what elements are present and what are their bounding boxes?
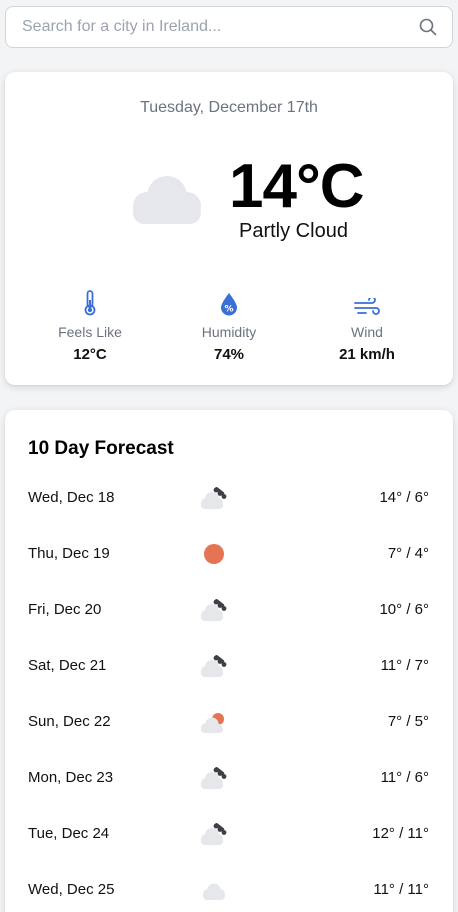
search-input[interactable]: [22, 18, 418, 36]
humidity-droplet-icon: %: [159, 288, 299, 316]
forecast-row: Thu, Dec 19 7° / 4°: [5, 542, 453, 598]
svg-text:%: %: [224, 305, 233, 315]
forecast-row: Tue, Dec 24 12° / 11°: [5, 822, 453, 878]
forecast-row: Mon, Dec 23 11° / 6°: [5, 766, 453, 822]
forecast-card: 10 Day Forecast Wed, Dec 18 14° / 6° Thu…: [5, 410, 453, 912]
forecast-day: Fri, Dec 20: [28, 601, 102, 618]
forecast-day: Wed, Dec 25: [28, 881, 115, 898]
forecast-row: Wed, Dec 18 14° / 6°: [5, 486, 453, 542]
current-condition: Partly Cloud: [239, 220, 348, 242]
current-date: Tuesday, December 17th: [140, 99, 318, 116]
stat-value: 21 km/h: [339, 346, 395, 363]
forecast-range: 14° / 6°: [379, 489, 429, 506]
sun-icon: [198, 538, 230, 570]
forecast-range: 11° / 7°: [380, 657, 429, 674]
forecast-row: Wed, Dec 25 11° / 11°: [5, 878, 453, 912]
forecast-row: Sun, Dec 22 7° / 5°: [5, 710, 453, 766]
forecast-title: 10 Day Forecast: [28, 438, 174, 459]
stat-humidity: % Humidity 74%: [159, 288, 299, 363]
rain-cloud-icon: [198, 818, 230, 850]
wind-icon: [297, 288, 437, 316]
forecast-day: Tue, Dec 24: [28, 825, 110, 842]
search-icon[interactable]: [418, 17, 438, 37]
cloud-icon: [125, 172, 209, 231]
forecast-day: Wed, Dec 18: [28, 489, 115, 506]
forecast-row: Sat, Dec 21 11° / 7°: [5, 654, 453, 710]
forecast-day: Thu, Dec 19: [28, 545, 110, 562]
stat-label: Feels Like: [58, 324, 122, 340]
forecast-range: 7° / 5°: [387, 713, 429, 730]
stat-value: 74%: [213, 346, 245, 363]
stat-value: 12°C: [73, 346, 107, 363]
forecast-range: 11° / 6°: [380, 769, 429, 786]
cloud-icon: [198, 874, 230, 906]
partly-sunny-icon: [198, 706, 230, 738]
rain-cloud-icon: [198, 594, 230, 626]
forecast-day: Sat, Dec 21: [28, 657, 107, 674]
rain-cloud-icon: [198, 482, 230, 514]
forecast-day: Sun, Dec 22: [28, 713, 111, 730]
forecast-range: 11° / 11°: [373, 881, 429, 898]
stat-feels-like: Feels Like 12°C: [20, 288, 160, 363]
stat-label: Wind: [351, 324, 383, 340]
search-bar[interactable]: [5, 6, 453, 48]
forecast-range: 12° / 11°: [372, 825, 429, 842]
rain-cloud-icon: [198, 650, 230, 682]
current-temperature: 14°C: [229, 152, 365, 221]
forecast-day: Mon, Dec 23: [28, 769, 114, 786]
forecast-row: Fri, Dec 20 10° / 6°: [5, 598, 453, 654]
thermometer-icon: [20, 288, 160, 316]
stat-wind: Wind 21 km/h: [297, 288, 437, 363]
current-weather-card: Tuesday, December 17th 14°C Partly Cloud…: [5, 72, 453, 385]
forecast-range: 7° / 4°: [387, 545, 429, 562]
forecast-range: 10° / 6°: [379, 601, 429, 618]
rain-cloud-icon: [198, 762, 230, 794]
stat-label: Humidity: [201, 324, 257, 340]
